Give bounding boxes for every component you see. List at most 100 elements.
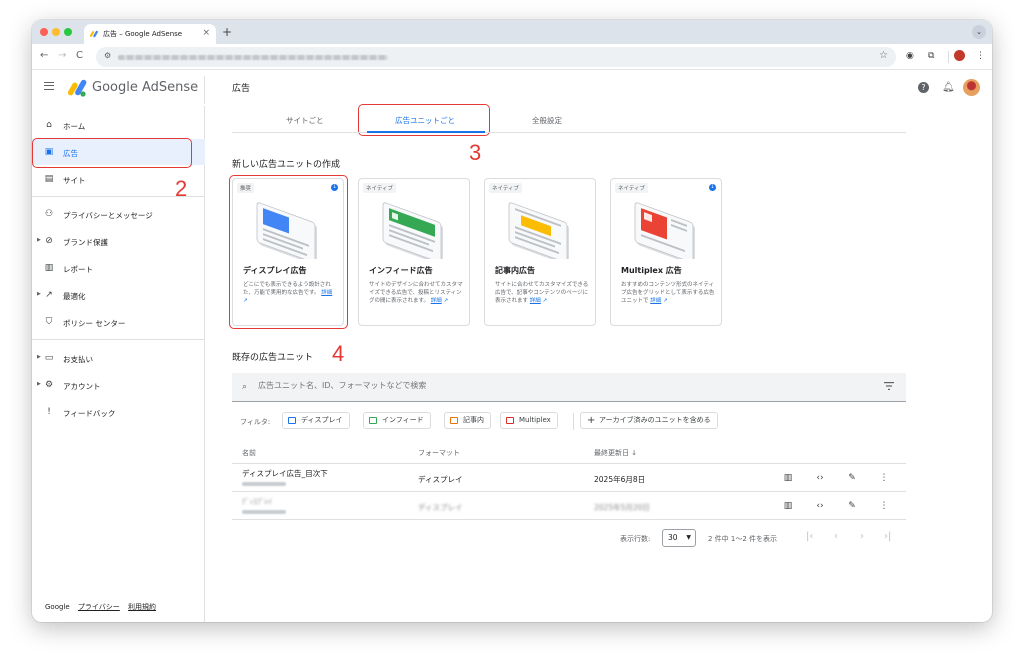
- ad-unit-updated: 2025年5月20日: [594, 503, 650, 512]
- privacy-link[interactable]: プライバシー: [78, 603, 120, 611]
- filter-chip-in-article[interactable]: 記事内: [444, 412, 491, 429]
- multiplex-ad-card[interactable]: ネイティブ ↓ Multiplex 広告 おすすめのコンテンツ形式のネイティブ広…: [610, 178, 722, 326]
- card-desc-text: おすすめのコンテンツ形式のネイティブ広告をグリッドとして表示する広告ユニットで: [621, 282, 715, 304]
- column-updated[interactable]: 最終更新日 ↓: [594, 448, 637, 458]
- edit-pencil-icon[interactable]: ✎: [846, 500, 858, 512]
- browser-window: 広告 – Google AdSense × + ⌄ ← → C ⚙ ☆ ◉ ⧉ …: [32, 20, 992, 622]
- site-info-icon[interactable]: ⚙: [104, 51, 111, 60]
- back-button[interactable]: ←: [40, 50, 48, 61]
- sidebar-item-payments[interactable]: ▶ ▭ お支払い: [32, 345, 205, 371]
- more-vert-icon[interactable]: ⋮: [878, 500, 890, 512]
- ad-unit-name[interactable]: ﾃﾞｨｽﾌﾟﾚｲ: [242, 496, 272, 507]
- maximize-window-button[interactable]: [64, 28, 72, 36]
- external-link-icon: ↗: [443, 298, 449, 304]
- sidebar-item-label: ポリシー センター: [63, 319, 126, 328]
- tab-strip: 広告 – Google AdSense × + ⌄: [32, 20, 992, 44]
- expand-caret-icon[interactable]: ▶: [37, 381, 41, 387]
- info-icon[interactable]: ↓: [331, 184, 338, 191]
- annotation-box-ads: [32, 138, 192, 168]
- sidebar-item-feedback[interactable]: ! フィードバック: [32, 399, 205, 425]
- sidebar-footer: Google プライバシー 利用規約: [45, 602, 162, 612]
- rows-per-page-select[interactable]: 30 ▼: [662, 529, 696, 547]
- minimize-window-button[interactable]: [52, 28, 60, 36]
- in-article-ad-card[interactable]: ネイティブ 記事内広告 サイトに合わせてカスタマイズできる広告で、記事やコンテン…: [484, 178, 596, 326]
- help-icon[interactable]: ?: [918, 82, 929, 93]
- tab-by-ad-unit[interactable]: 広告ユニットごと: [395, 115, 455, 126]
- chevron-down-icon[interactable]: ⌄: [972, 25, 986, 39]
- sidebar-item-privacy[interactable]: ⚇ プライバシーとメッセージ: [32, 201, 205, 227]
- code-icon[interactable]: ‹›: [814, 472, 826, 484]
- search-icon: ⌕: [242, 382, 248, 392]
- learn-more-link[interactable]: 詳細: [321, 290, 332, 296]
- profile-avatar[interactable]: [954, 50, 965, 61]
- previous-page-icon[interactable]: ‹: [834, 531, 838, 542]
- table-row[interactable]: ﾃﾞｨｽﾌﾟﾚｲ ディスプレイ 2025年5月20日 ▥ ‹› ✎ ⋮: [232, 492, 906, 520]
- column-name[interactable]: 名前: [242, 448, 256, 458]
- app-header: Google AdSense: [32, 70, 992, 106]
- learn-more-link[interactable]: 詳細: [530, 298, 541, 304]
- edit-pencil-icon[interactable]: ✎: [846, 472, 858, 484]
- learn-more-link[interactable]: 詳細: [431, 298, 442, 304]
- column-format[interactable]: フォーマット: [418, 448, 460, 458]
- notifications-bell-icon[interactable]: 🔔︎: [942, 82, 955, 93]
- card-title: インフィード広告: [369, 266, 433, 275]
- rows-per-page-label: 表示行数:: [620, 535, 651, 543]
- first-page-icon[interactable]: |‹: [806, 531, 813, 542]
- block-icon: ⊘: [45, 236, 53, 246]
- forward-button[interactable]: →: [58, 50, 66, 61]
- page-tabs: サイトごと 広告ユニットごと 全般設定: [232, 106, 906, 133]
- create-section-title: 新しい広告ユニットの作成: [232, 160, 341, 170]
- card-description: サイトに合わせてカスタマイズできる広告で、記事やコンテンツのページに表示されます…: [495, 281, 589, 305]
- account-avatar[interactable]: [963, 79, 980, 96]
- new-tab-button[interactable]: +: [222, 25, 232, 39]
- puzzle-icon[interactable]: ⧉: [928, 51, 934, 61]
- infeed-ad-card[interactable]: ネイティブ インフィード広告 サイトのデザインに合わせてカスタマイズできる広告で…: [358, 178, 470, 326]
- learn-more-link[interactable]: 詳細: [650, 298, 661, 304]
- address-bar[interactable]: ⚙ ☆: [96, 47, 896, 67]
- report-icon[interactable]: ▥: [782, 500, 794, 512]
- browser-tab[interactable]: 広告 – Google AdSense ×: [84, 24, 216, 44]
- expand-caret-icon[interactable]: ▶: [37, 354, 41, 360]
- filter-chip-multiplex[interactable]: Multiplex: [500, 412, 558, 429]
- info-icon[interactable]: ↓: [709, 184, 716, 191]
- table-row[interactable]: ディスプレイ広告_目次下 ディスプレイ 2025年6月8日 ▥ ‹› ✎ ⋮: [232, 464, 906, 492]
- expand-caret-icon[interactable]: ▶: [37, 291, 41, 297]
- adsense-favicon-icon: [90, 30, 98, 38]
- sidebar-item-policy-center[interactable]: ⛉ ポリシー センター: [32, 309, 205, 335]
- code-icon[interactable]: ‹›: [814, 500, 826, 512]
- filter-separator: [573, 413, 574, 430]
- filter-chip-infeed[interactable]: インフィード: [363, 412, 431, 429]
- ad-unit-name[interactable]: ディスプレイ広告_目次下: [242, 468, 328, 479]
- infeed-ad-illustration: [382, 202, 443, 259]
- extension-icon[interactable]: ◉: [906, 51, 914, 61]
- last-page-icon[interactable]: ›|: [884, 531, 891, 542]
- hamburger-menu-icon[interactable]: [44, 82, 54, 90]
- external-link-icon: ↗: [243, 298, 248, 304]
- close-window-button[interactable]: [40, 28, 48, 36]
- include-archived-chip[interactable]: + アーカイブ済みのユニットを含める: [580, 412, 718, 429]
- expand-caret-icon[interactable]: ▶: [37, 237, 41, 243]
- chip-label: ディスプレイ: [301, 416, 343, 424]
- filter-list-icon[interactable]: [884, 382, 894, 390]
- report-icon[interactable]: ▥: [782, 472, 794, 484]
- card-title: 記事内広告: [495, 266, 535, 275]
- next-page-icon[interactable]: ›: [860, 531, 864, 542]
- bookmark-star-icon[interactable]: ☆: [879, 50, 888, 61]
- menu-dots-icon[interactable]: ⋮: [976, 51, 985, 61]
- ad-unit-id-blurred: [242, 510, 286, 514]
- display-ad-card[interactable]: 推奨 ↓ ディスプレイ広告 どこにでも表示できるよう設計された、万能で実用的な広…: [232, 178, 344, 326]
- filter-chip-display[interactable]: ディスプレイ: [282, 412, 350, 429]
- tab-by-site[interactable]: サイトごと: [286, 115, 324, 126]
- more-vert-icon[interactable]: ⋮: [878, 472, 890, 484]
- sidebar-item-account[interactable]: ▶ ⚙ アカウント: [32, 372, 205, 398]
- tab-general-settings[interactable]: 全般設定: [532, 115, 562, 126]
- sidebar-item-brand-safety[interactable]: ▶ ⊘ ブランド保護: [32, 228, 205, 254]
- sidebar-item-home[interactable]: ⌂ ホーム: [32, 112, 205, 138]
- terms-link[interactable]: 利用規約: [128, 603, 156, 611]
- reload-button[interactable]: C: [76, 50, 83, 61]
- sidebar-item-optimize[interactable]: ▶ ↗ 最適化: [32, 282, 205, 308]
- search-input[interactable]: [258, 381, 818, 390]
- sidebar-item-reports[interactable]: ▥ レポート: [32, 255, 205, 281]
- sites-icon: ▤: [44, 174, 54, 184]
- close-tab-icon[interactable]: ×: [202, 28, 210, 38]
